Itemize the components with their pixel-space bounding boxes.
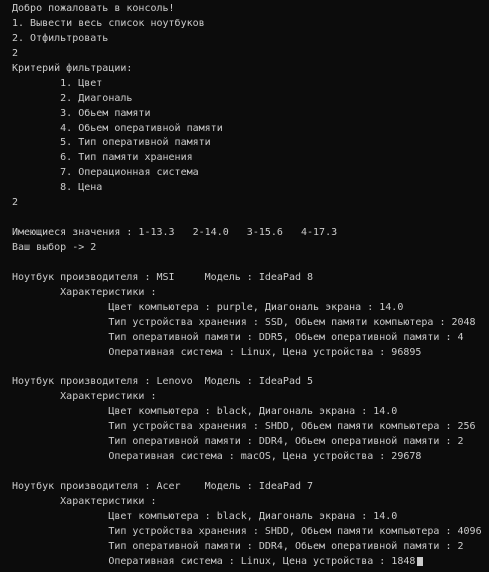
console-line: 3. Обьем памяти <box>12 107 151 119</box>
console-line: Ноутбук производителя : MSI Модель : Ide… <box>12 271 314 283</box>
console-line: Критерий фильтрации: <box>12 62 133 74</box>
console-line: Тип оперативной памяти : DDR4, Обьем опе… <box>12 436 464 448</box>
text-cursor <box>417 556 424 566</box>
console-line: Ноутбук производителя : Acer Модель : Id… <box>12 481 314 492</box>
console-line: 4. Обьем оперативной памяти <box>12 122 223 134</box>
console-line: Тип устройства хранения : SSD, Обьем пам… <box>12 316 476 328</box>
console-line: Цвет компьютера : purple, Диагональ экра… <box>12 301 404 313</box>
console-line: 6. Тип памяти хранения <box>12 152 193 164</box>
console-line: 2 <box>12 47 19 59</box>
console-line: Характеристики : <box>12 286 157 298</box>
console-line: Характеристики : <box>12 495 157 507</box>
console-line: Тип оперативной памяти : DDR5, Обьем опе… <box>12 331 464 343</box>
console-output[interactable]: Добро пожаловать в консоль! 1. Вывести ве… <box>0 0 489 572</box>
console-line: 2 <box>12 197 19 209</box>
console-line: 1. Вывести весь список ноутбуков <box>12 17 205 29</box>
console-line: Оперативная система : Linux, Цена устрой… <box>12 346 422 358</box>
console-line: Имеющиеся значения : 1-13.3 2-14.0 3-15.… <box>12 227 338 239</box>
console-line: Тип устройства хранения : SHDD, Обьем па… <box>12 421 476 433</box>
console-line: Ваш выбор -> 2 <box>12 242 97 253</box>
console-line: 8. Цена <box>12 182 103 194</box>
console-line: Характеристики : <box>12 391 157 403</box>
console-line: Цвет компьютера : black, Диагональ экран… <box>12 510 398 522</box>
console-line: 2. Отфильтровать <box>12 32 109 44</box>
console-line: 1. Цвет <box>12 77 103 89</box>
console-line: 2. Диагональ <box>12 92 133 104</box>
console-line: Оперативная система : macOS, Цена устрой… <box>12 451 422 463</box>
console-line: Цвет компьютера : black, Диагональ экран… <box>12 406 398 418</box>
console-line: Добро пожаловать в консоль! <box>12 3 175 14</box>
console-line: Тип устройства хранения : SHDD, Обьем па… <box>12 525 482 537</box>
console-line: 5. Тип оперативной памяти <box>12 137 211 149</box>
console-line: 7. Операционная система <box>12 167 199 179</box>
console-line: Ноутбук производителя : Lenovo Модель : … <box>12 376 314 388</box>
console-line: Оперативная система : Linux, Цена устрой… <box>12 555 489 570</box>
console-line: Тип оперативной памяти : DDR4, Обьем опе… <box>12 540 464 552</box>
